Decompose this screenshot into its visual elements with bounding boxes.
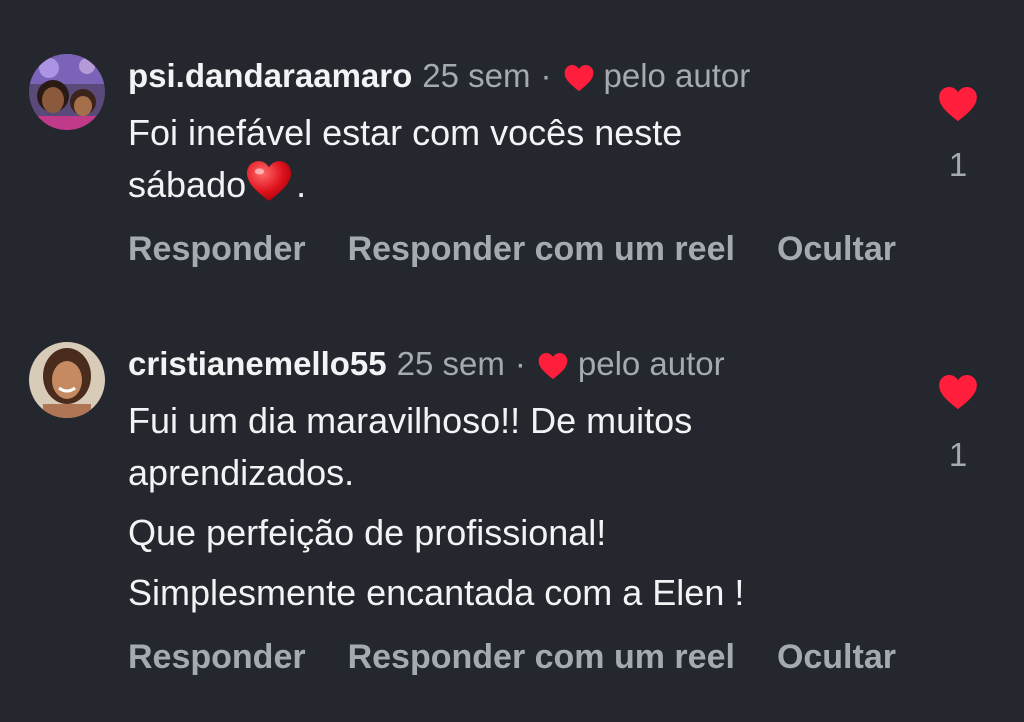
- comment-actions: Responder Responder com um reel Ocultar: [128, 230, 896, 269]
- author-like-label: pelo autor: [577, 345, 725, 382]
- avatar[interactable]: [29, 342, 105, 418]
- heart-icon: [939, 86, 977, 122]
- comment-text: sábado: [128, 164, 247, 205]
- avatar[interactable]: [29, 54, 105, 130]
- like-count: 1: [948, 436, 968, 473]
- hide-button[interactable]: Ocultar: [777, 638, 896, 677]
- username[interactable]: psi.dandaraamaro: [128, 57, 412, 95]
- red-heart-emoji-icon: [246, 159, 292, 203]
- meta-separator: ·: [540, 57, 552, 94]
- like-button[interactable]: [938, 86, 978, 122]
- comment-text: Foi inefável estar com vocês neste: [128, 112, 683, 153]
- author-like-label: pelo autor: [603, 57, 751, 94]
- hide-button[interactable]: Ocultar: [777, 230, 896, 269]
- reply-button[interactable]: Responder: [128, 230, 306, 269]
- comment-meta: psi.dandaraamaro 25 sem · pelo autor: [128, 54, 928, 98]
- avatar-photo: [29, 342, 105, 418]
- comment-meta: cristianemello55 25 sem · pelo autor: [128, 342, 928, 386]
- heart-icon: [538, 350, 568, 380]
- avatar-photo: [29, 54, 105, 130]
- comment-text-line: Foi inefável estar com vocês neste: [128, 107, 928, 159]
- reply-with-reel-button[interactable]: Responder com um reel: [348, 230, 735, 269]
- reply-button[interactable]: Responder: [128, 638, 306, 677]
- heart-icon: [564, 62, 594, 92]
- heart-icon: [939, 374, 977, 410]
- timestamp: 25 sem: [422, 57, 531, 94]
- reply-with-reel-button[interactable]: Responder com um reel: [348, 638, 735, 677]
- comment-text-line: sábado .: [128, 159, 928, 211]
- username[interactable]: cristianemello55: [128, 345, 387, 383]
- like-button[interactable]: [938, 374, 978, 410]
- comment-text-line: Simplesmente encantada com a Elen !: [128, 572, 745, 613]
- timestamp: 25 sem: [396, 345, 505, 382]
- comment-actions: Responder Responder com um reel Ocultar: [128, 638, 896, 677]
- comment-text-line: Que perfeição de profissional!: [128, 512, 607, 553]
- meta-separator: ·: [514, 345, 526, 382]
- comment-text-line: Fui um dia maravilhoso!! De muitos: [128, 400, 693, 441]
- like-count: 1: [948, 146, 968, 183]
- comment-text-suffix: .: [296, 164, 307, 205]
- comment-text-line: aprendizados.: [128, 452, 355, 493]
